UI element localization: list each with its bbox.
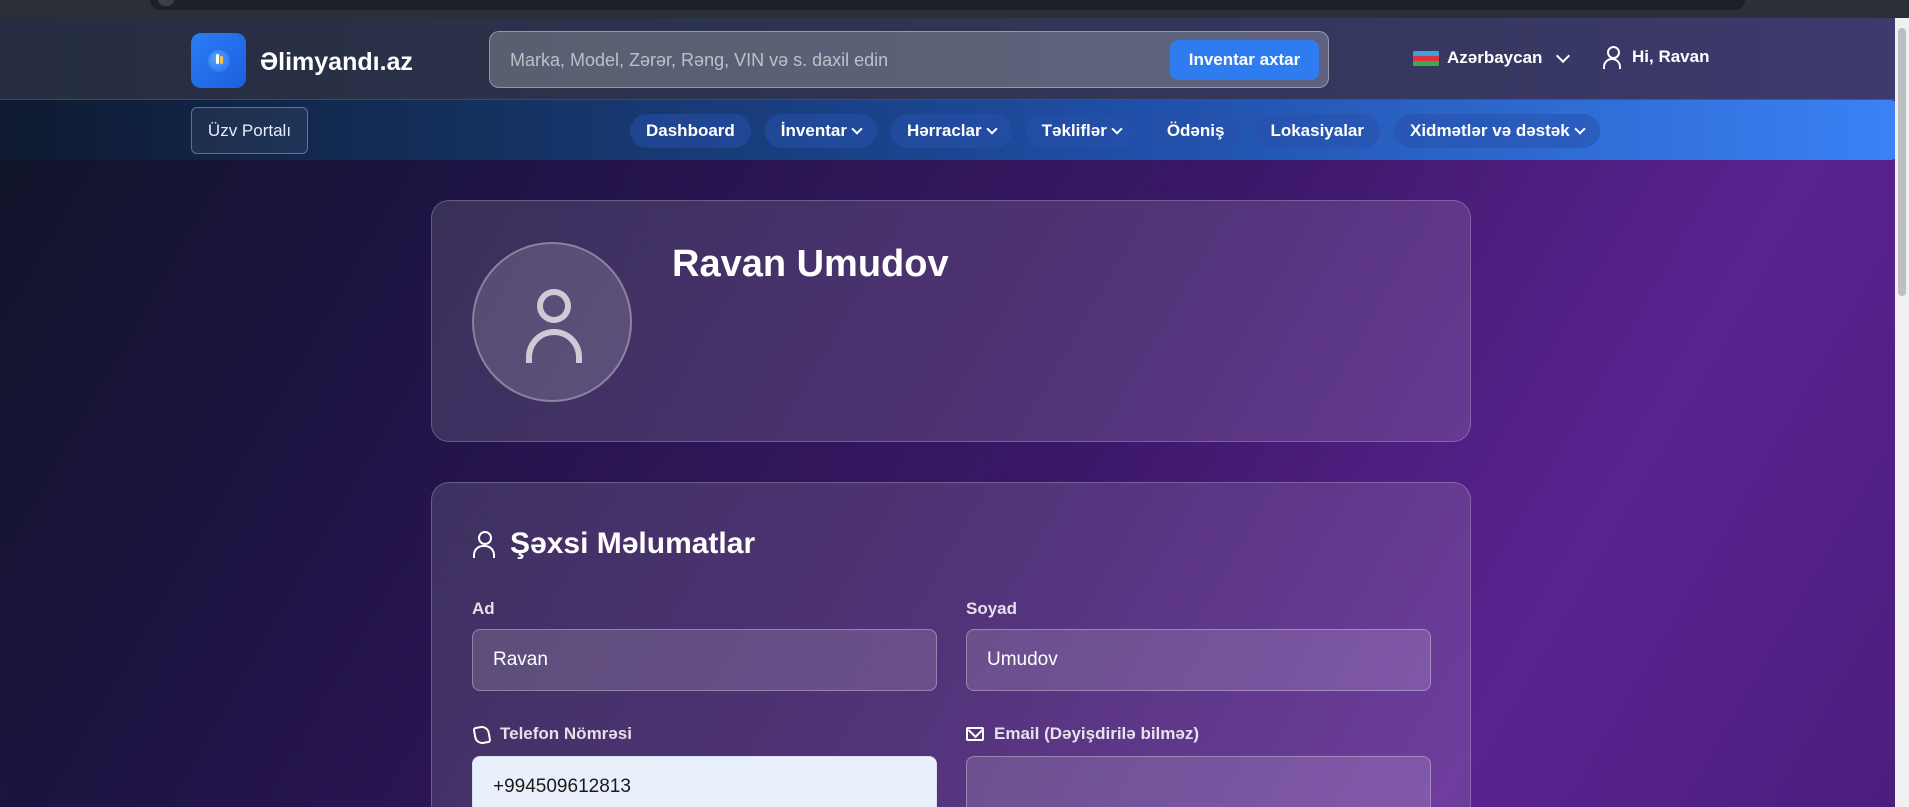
first-name-label: Ad [472,599,495,619]
nav-item-xidmətlər-və-dəstək[interactable]: Xidmətlər və dəstək [1394,114,1600,148]
user-greeting: Hi, Ravan [1632,47,1710,66]
phone-label-text: Telefon Nömrəsi [500,724,632,743]
browser-tabbar [150,0,1745,10]
profile-name: Ravan Umudov [672,243,949,285]
chevron-down-icon [851,123,863,135]
email-field [966,756,1431,807]
nav-item-label: İnventar [780,121,847,140]
nav-item-təkliflər[interactable]: Təkliflər [1025,114,1137,148]
nav-item-dashboard[interactable]: Dashboard [630,114,751,148]
search-bar: Inventar axtar [489,31,1329,88]
nav-item-hərraclar[interactable]: Hərraclar [890,114,1012,148]
last-name-label-text: Soyad [966,599,1018,618]
personal-info-card: Şəxsi Məlumatlar Ad Soyad Telefon Nömrəs… [431,482,1471,807]
brand-name[interactable]: Əlimyandı.az [260,48,413,77]
profile-card: Ravan Umudov [431,200,1471,442]
search-input[interactable] [510,44,1150,76]
user-icon [1602,46,1622,69]
user-menu[interactable]: Hi, Ravan [1602,46,1710,69]
avatar-head-icon [537,289,571,323]
nav-item-label: Xidmətlər və dəstək [1410,121,1570,140]
phone-field[interactable] [472,756,937,807]
nav-items: Dashboard İnventar Hərraclar Təkliflər Ödəni… [630,114,1600,148]
nav-item-label: Ödəniş [1166,121,1225,140]
browser-strip [0,0,1909,18]
email-label: Email (Dəyişdirilə bilməz) [966,724,1199,744]
nav-item-label: Lokasiyalar [1270,121,1364,140]
scrollbar[interactable] [1895,18,1909,807]
logo-icon[interactable] [191,33,246,88]
scrollbar-thumb[interactable] [1898,28,1906,296]
chevron-down-icon [985,123,998,135]
main-nav: Üzv Portalı Dashboard İnventar Hərraclar Tə… [0,100,1900,160]
search-button[interactable]: Inventar axtar [1170,40,1319,80]
user-icon [472,530,496,558]
avatar-body-icon [526,329,582,363]
nav-item-label: Hərraclar [906,121,982,140]
phone-label: Telefon Nömrəsi [472,724,632,744]
last-name-field[interactable] [966,629,1431,691]
first-name-field[interactable] [472,629,937,691]
avatar[interactable] [472,242,632,402]
section-title-text: Şəxsi Məlumatlar [510,527,756,560]
section-title: Şəxsi Məlumatlar [472,527,755,561]
nav-item-lokasiyalar[interactable]: Lokasiyalar [1254,114,1380,148]
email-label-text: Email (Dəyişdirilə bilməz) [994,724,1200,743]
chevron-down-icon [1556,48,1571,63]
last-name-label: Soyad [966,599,1017,619]
nav-item-label: Təkliflər [1041,121,1107,140]
phone-icon [472,725,490,743]
mail-icon [966,727,984,741]
azerbaijan-flag-icon [1413,50,1439,66]
first-name-label-text: Ad [472,599,495,618]
site-header: Əlimyandı.az Inventar axtar Azərbaycan H… [0,18,1895,100]
nav-item-ödəniş[interactable]: Ödəniş [1150,114,1241,148]
chevron-down-icon [1111,123,1123,135]
nav-item-i̇nventar[interactable]: İnventar [764,114,877,148]
chevron-down-icon [1574,123,1586,135]
member-portal-button[interactable]: Üzv Portalı [191,107,308,154]
language-selector[interactable]: Azərbaycan [1413,48,1571,68]
language-label: Azərbaycan [1447,48,1543,67]
nav-item-label: Dashboard [646,121,735,140]
